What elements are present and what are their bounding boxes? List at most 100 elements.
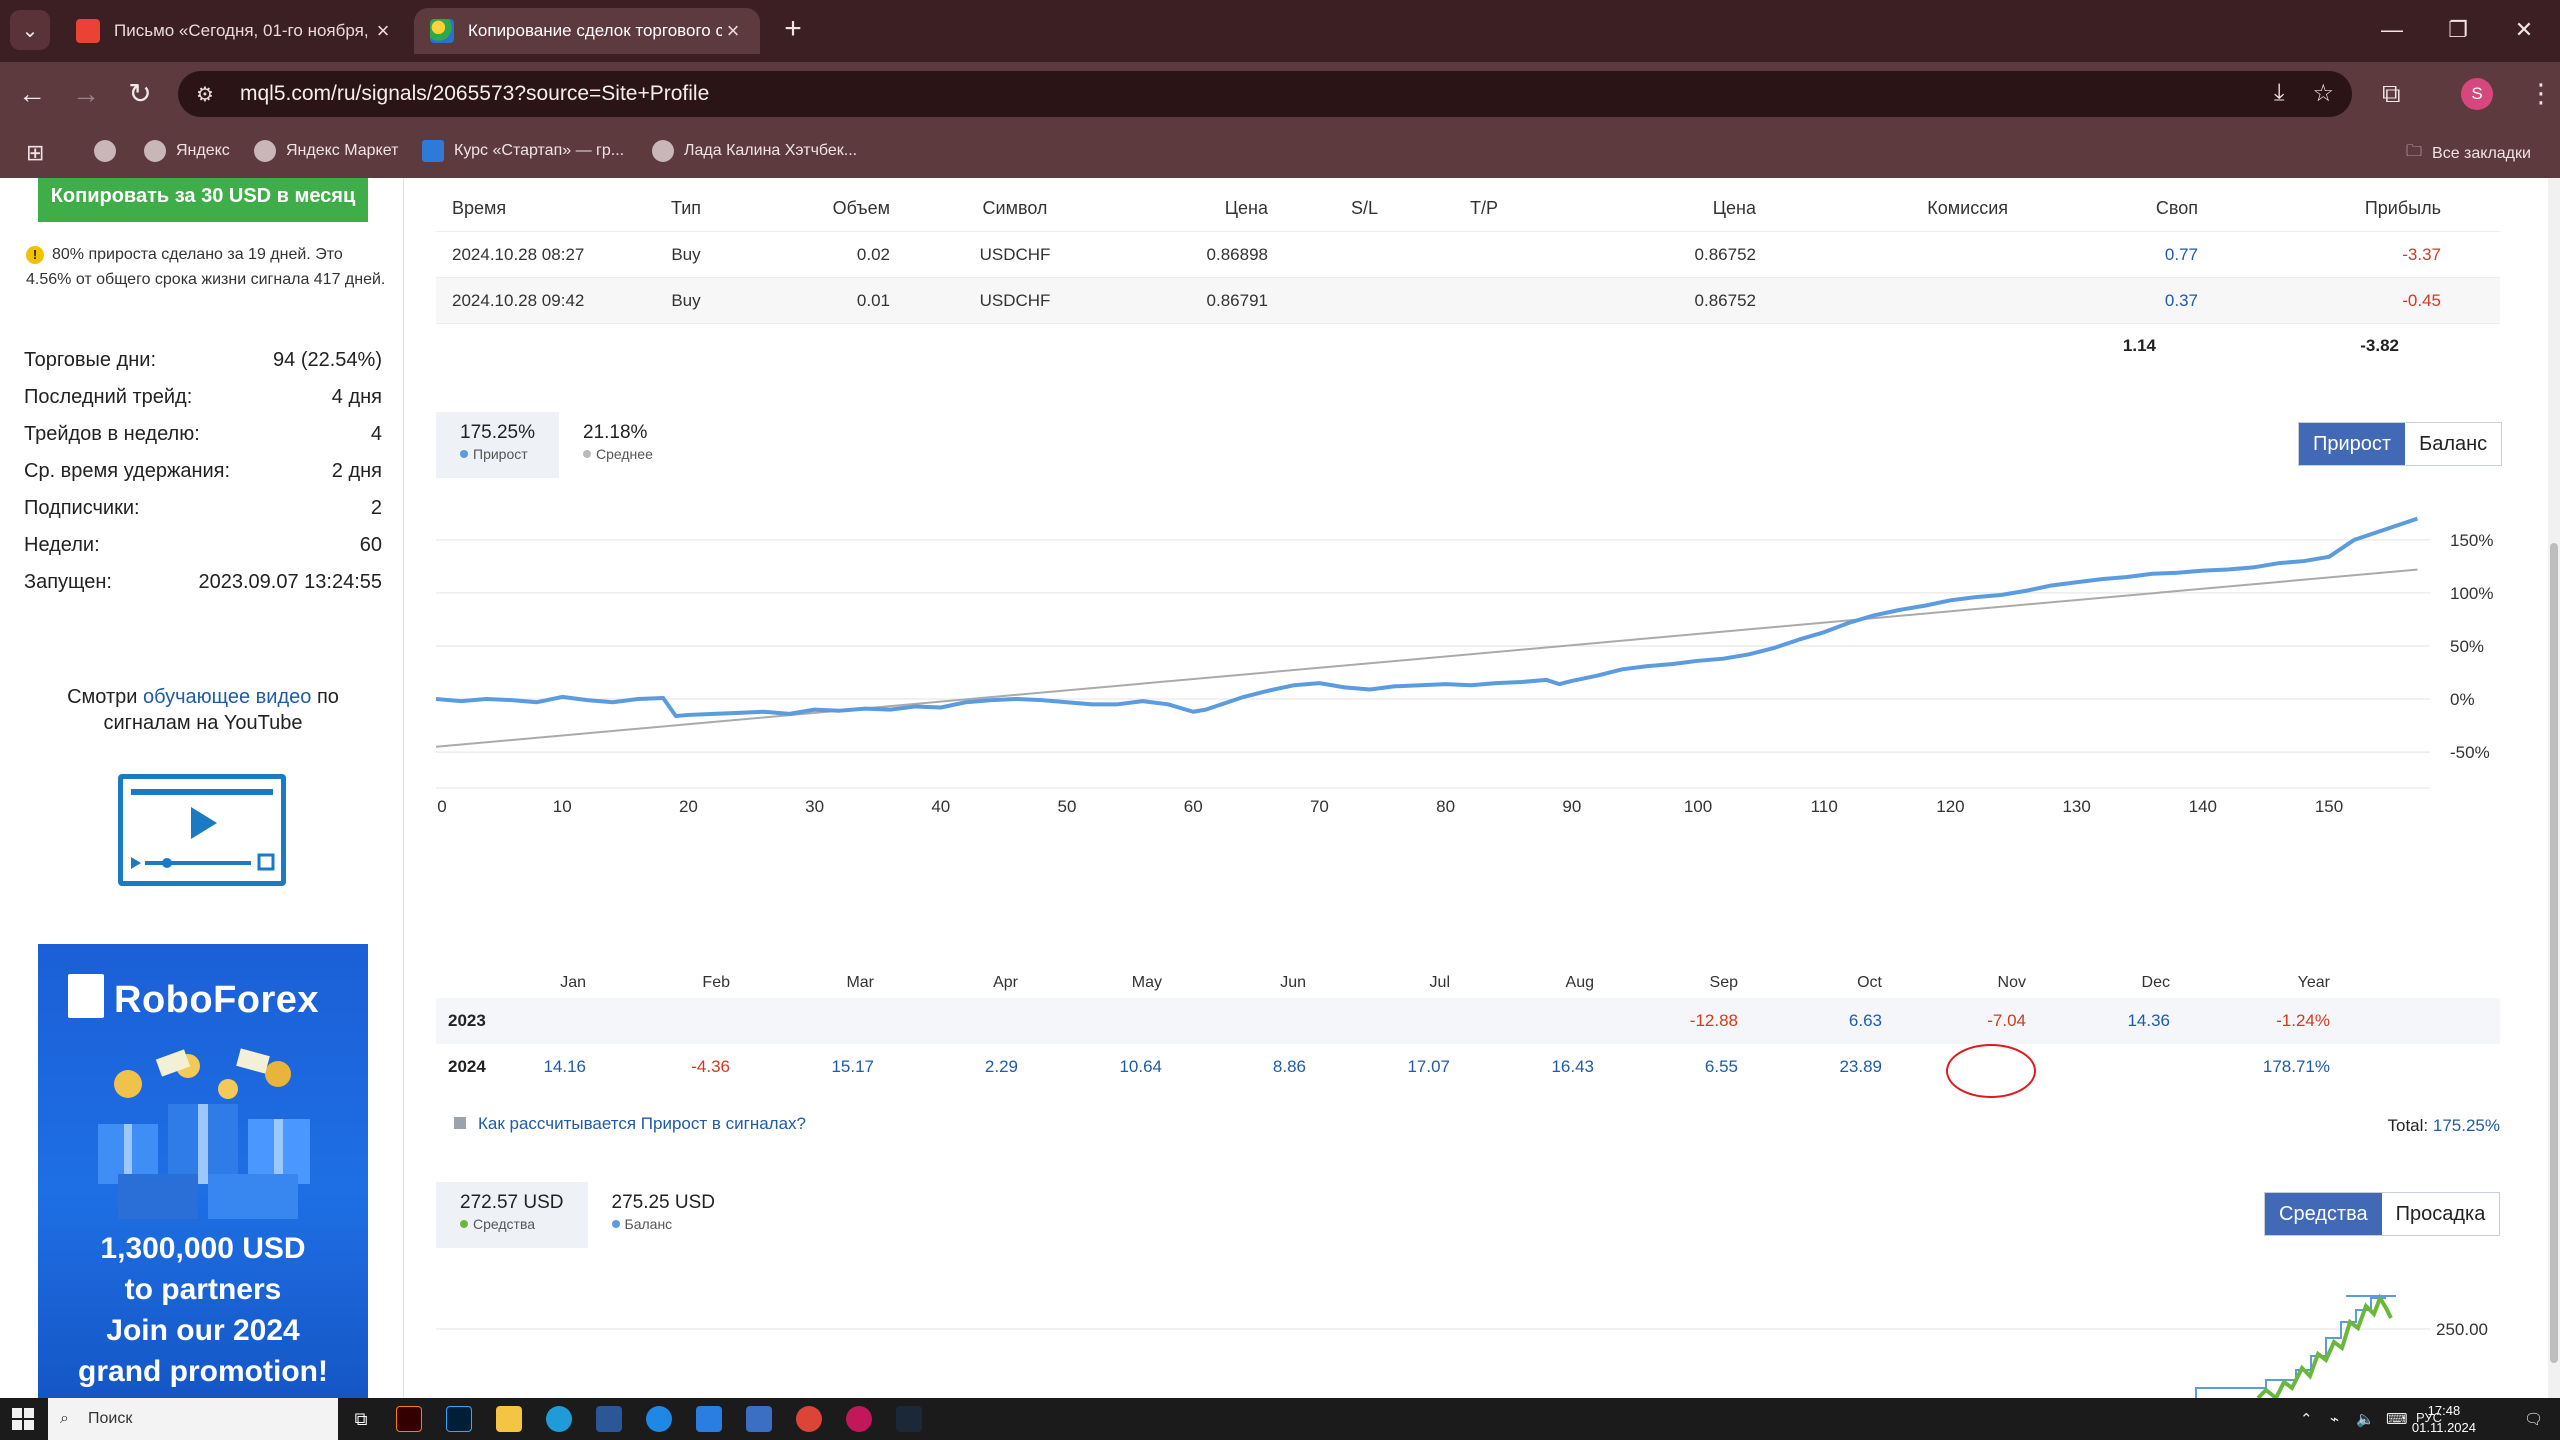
tutorial-video-link[interactable]: обучающее видео	[143, 686, 311, 708]
lb-icon	[422, 140, 444, 162]
equity-tab[interactable]: 272.57 USD Средства	[436, 1182, 588, 1248]
tab-mail[interactable]: Письмо «Сегодня, 01-го ноября, ×	[60, 8, 410, 54]
warning-icon: !	[26, 246, 44, 264]
stat-row: Трейдов в неделю: 4	[24, 423, 382, 445]
growth-balance-toggle: Прирост Баланс	[2298, 422, 2503, 466]
chrome-profile-icon[interactable]	[846, 1406, 872, 1432]
search-icon: ⌕	[60, 1410, 69, 1427]
menu-icon[interactable]: ⋮	[2528, 78, 2554, 108]
minimize-button[interactable]: —	[2362, 10, 2422, 50]
volume-icon[interactable]: 🔈	[2356, 1410, 2375, 1428]
maximize-button[interactable]: ❐	[2428, 10, 2488, 50]
drawdown-toggle-button[interactable]: Просадка	[2381, 1193, 2500, 1235]
bookmark-star-icon[interactable]: ☆	[2312, 79, 2334, 108]
stat-row: Торговые дни: 94 (22.54%)	[24, 349, 382, 371]
balance-tab[interactable]: 275.25 USD Баланс	[588, 1182, 740, 1248]
page-scrollbar[interactable]	[2548, 178, 2560, 1398]
x-tick-label: 30	[805, 797, 824, 816]
how-growth-calculated-link[interactable]: Как рассчитывается Прирост в сигналах?	[454, 1114, 806, 1134]
edge-icon[interactable]	[546, 1406, 572, 1432]
equity-toggle-button[interactable]: Средства	[2265, 1193, 2382, 1235]
forward-button[interactable]: →	[68, 76, 104, 112]
gear-icon	[652, 140, 674, 162]
growth-note: ! 80% прироста сделано за 19 дней. Это 4.…	[26, 242, 386, 292]
x-tick-label: 70	[1310, 797, 1329, 816]
windows-start-icon[interactable]	[12, 1408, 34, 1430]
tab-signals[interactable]: Копирование сделок торгового с ×	[414, 8, 760, 54]
deals-table: Время Тип Объем Символ Цена S/L T/P Цена…	[436, 198, 2500, 368]
apps-icon[interactable]: ⊞	[26, 140, 44, 166]
tab-strip: ⌄ Письмо «Сегодня, 01-го ноября, × Копир…	[0, 0, 2560, 62]
tab-search-button[interactable]: ⌄	[10, 10, 50, 50]
bookmark-lada[interactable]: Лада Калина Хэтчбек...	[652, 140, 857, 162]
equity-stat-tabs: 272.57 USD Средства 275.25 USD Баланс	[436, 1182, 739, 1248]
year-label: 2024	[448, 1057, 486, 1076]
mail-icon[interactable]	[696, 1406, 722, 1432]
globe-icon	[144, 140, 166, 162]
new-tab-button[interactable]: +	[776, 13, 810, 47]
address-bar[interactable]: ⚙ mql5.com/ru/signals/2065573?source=Sit…	[178, 71, 2352, 117]
extensions-icon[interactable]: ⧉	[2382, 78, 2401, 108]
year-label: 2023	[448, 1011, 486, 1030]
stat-row: Недели: 60	[24, 534, 382, 556]
tray-overflow-icon[interactable]: ⌃	[2300, 1410, 2313, 1428]
x-tick-label: 0	[437, 797, 446, 816]
month-cell: 17.07	[1407, 1057, 1450, 1076]
close-icon[interactable]: ×	[372, 18, 394, 44]
roboforex-ad-banner[interactable]: RoboForex 1,300,000 USD to partners Join…	[38, 944, 368, 1398]
x-tick-label: 130	[2062, 797, 2090, 816]
install-app-icon[interactable]: ⤓	[2274, 79, 2285, 108]
growth-tab[interactable]: 175.25% Прирост	[436, 412, 560, 478]
balance-toggle-button[interactable]: Баланс	[2405, 423, 2502, 465]
scrollbar-thumb[interactable]	[2550, 543, 2558, 1363]
y-tick-label: 50%	[2450, 637, 2484, 656]
notifications-icon[interactable]: 🗨	[2524, 1410, 2543, 1428]
illustrator-icon[interactable]	[396, 1406, 422, 1432]
store-icon[interactable]	[596, 1406, 622, 1432]
bookmark-yandex[interactable]: Яндекс	[144, 140, 230, 162]
taskbar-search-input[interactable]: ⌕ Поиск	[48, 1398, 338, 1440]
x-tick-label: 110	[1811, 797, 1838, 816]
site-settings-icon[interactable]: ⚙	[196, 82, 230, 107]
month-cell: 2.29	[984, 1057, 1018, 1076]
task-view-icon[interactable]: ⧉	[348, 1406, 374, 1432]
keyboard-icon[interactable]: ⌨	[2386, 1410, 2408, 1428]
folder-icon: 🗀	[2406, 143, 2423, 160]
x-tick-label: 50	[1058, 797, 1077, 816]
navigation-bar: ← → ↻ ⚙ mql5.com/ru/signals/2065573?sour…	[0, 62, 2560, 126]
bookmark-yandex-market[interactable]: Яндекс Маркет	[254, 140, 398, 162]
steam-icon[interactable]	[896, 1406, 922, 1432]
bookmarks-bar: ⊞ Яндекс Яндекс Маркет Курс «Стартап» — …	[0, 126, 2560, 178]
y-tick-label: -50%	[2450, 743, 2490, 762]
back-button[interactable]: ←	[14, 76, 50, 112]
app-icon[interactable]	[646, 1406, 672, 1432]
legend-dot	[611, 1220, 620, 1228]
globe-icon[interactable]	[94, 140, 126, 162]
chrome-icon[interactable]	[796, 1406, 822, 1432]
month-cell: 6.63	[1848, 1011, 1882, 1030]
table-row: 2024.10.28 09:42 Buy 0.01 USDCHF 0.86791…	[436, 278, 2500, 324]
roboforex-logo: RoboForex	[68, 974, 319, 1022]
copy-signal-button[interactable]: Копировать за 30 USD в месяц	[38, 178, 368, 222]
bookmark-startup-course[interactable]: Курс «Стартап» — гр...	[422, 140, 624, 162]
average-tab[interactable]: 21.18% Среднее	[559, 412, 677, 478]
close-window-button[interactable]: ✕	[2494, 10, 2554, 50]
all-bookmarks[interactable]: 🗀 Все закладки	[2406, 140, 2531, 167]
app-icon[interactable]	[746, 1406, 772, 1432]
profile-avatar[interactable]: S	[2461, 78, 2493, 110]
stat-row: Подписчики: 2	[24, 497, 382, 519]
video-player-icon[interactable]	[118, 774, 286, 886]
month-cell: -12.88	[1689, 1011, 1738, 1030]
clock[interactable]: 17:48 01.11.2024	[2412, 1402, 2476, 1436]
close-icon[interactable]: ×	[722, 18, 744, 44]
table-row: 2024.10.28 08:27 Buy 0.02 USDCHF 0.86898…	[436, 232, 2500, 278]
equity-drawdown-toggle: Средства Просадка	[2264, 1192, 2501, 1236]
network-icon[interactable]: ⌁	[2330, 1410, 2339, 1428]
growth-toggle-button[interactable]: Прирост	[2299, 423, 2406, 465]
table-header: Время Тип Объем Символ Цена S/L T/P Цена…	[436, 198, 2500, 232]
month-cell: 14.36	[2127, 1011, 2170, 1030]
tab-title: Копирование сделок торгового с	[468, 21, 722, 40]
file-explorer-icon[interactable]	[496, 1406, 522, 1432]
photoshop-icon[interactable]	[446, 1406, 472, 1432]
reload-button[interactable]: ↻	[122, 76, 158, 112]
